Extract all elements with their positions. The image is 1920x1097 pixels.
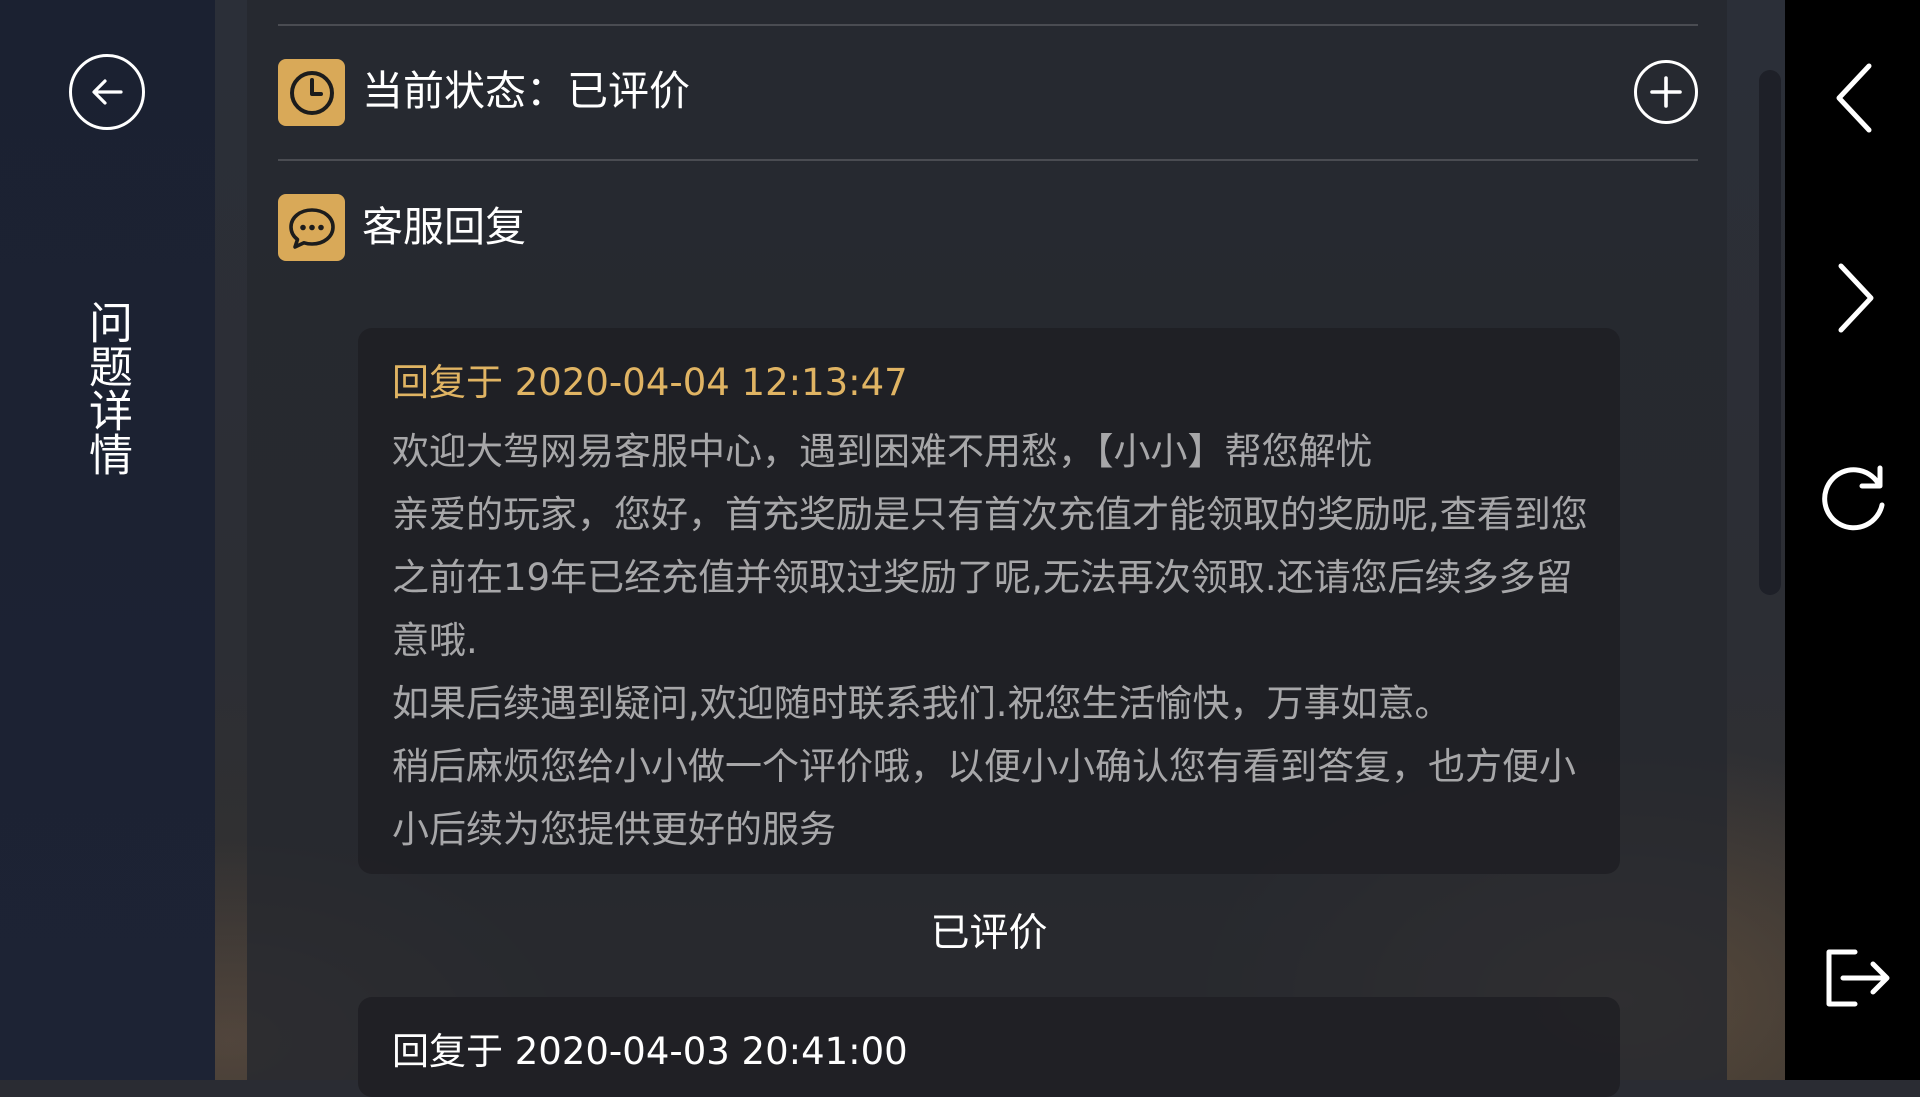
clock-icon	[278, 59, 345, 126]
rating-status: 已评价	[930, 911, 1048, 956]
top-divider	[278, 24, 1698, 26]
reply-paragraph: 稍后麻烦您给小小做一个评价哦，以便小小确认您有看到答复，也方便小小后续为您提供更…	[392, 745, 1576, 851]
refresh-button[interactable]	[1815, 458, 1895, 538]
back-button[interactable]	[69, 54, 145, 130]
arrow-left-icon	[92, 79, 123, 105]
nav-forward-button[interactable]	[1815, 258, 1895, 338]
reply-card: 回复于 2020-04-04 12:13:47 欢迎大驾网易客服中心，遇到困难不…	[358, 328, 1620, 874]
reply-date: 回复于 2020-04-03 20:41:00	[392, 1030, 908, 1073]
section-divider	[278, 159, 1698, 161]
chat-bubble-icon	[278, 194, 345, 261]
add-button[interactable]	[1634, 60, 1698, 124]
chevron-right-icon	[1838, 263, 1874, 333]
current-status: 当前状态：已评价	[362, 67, 690, 115]
right-nav-bar	[1785, 0, 1920, 1080]
reply-paragraph: 欢迎大驾网易客服中心，遇到困难不用愁，【小小】帮您解忧	[392, 430, 1373, 473]
reply-content: 欢迎大驾网易客服中心，遇到困难不用愁，【小小】帮您解忧 亲爱的玩家，您好，首充奖…	[392, 420, 1602, 861]
reply-paragraph: 亲爱的玩家，您好，首充奖励是只有首次充值才能领取的奖励呢,查看到您之前在19年已…	[392, 493, 1588, 662]
sidebar: 问题详情	[0, 0, 215, 1080]
reply-paragraph: 如果后续遇到疑问,欢迎随时联系我们.祝您生活愉快，万事如意。	[392, 682, 1452, 725]
refresh-icon	[1822, 465, 1885, 531]
plus-icon	[1650, 76, 1682, 108]
reply-card: 回复于 2020-04-03 20:41:00	[358, 997, 1620, 1097]
page-title: 问题详情	[81, 300, 132, 476]
chevron-left-icon	[1836, 63, 1872, 133]
scrollbar[interactable]	[1759, 70, 1781, 595]
reply-section-title: 客服回复	[362, 203, 526, 251]
reply-date: 回复于 2020-04-04 12:13:47	[392, 361, 908, 404]
exit-icon	[1826, 949, 1890, 1007]
exit-button[interactable]	[1815, 938, 1895, 1018]
nav-back-button[interactable]	[1815, 58, 1895, 138]
